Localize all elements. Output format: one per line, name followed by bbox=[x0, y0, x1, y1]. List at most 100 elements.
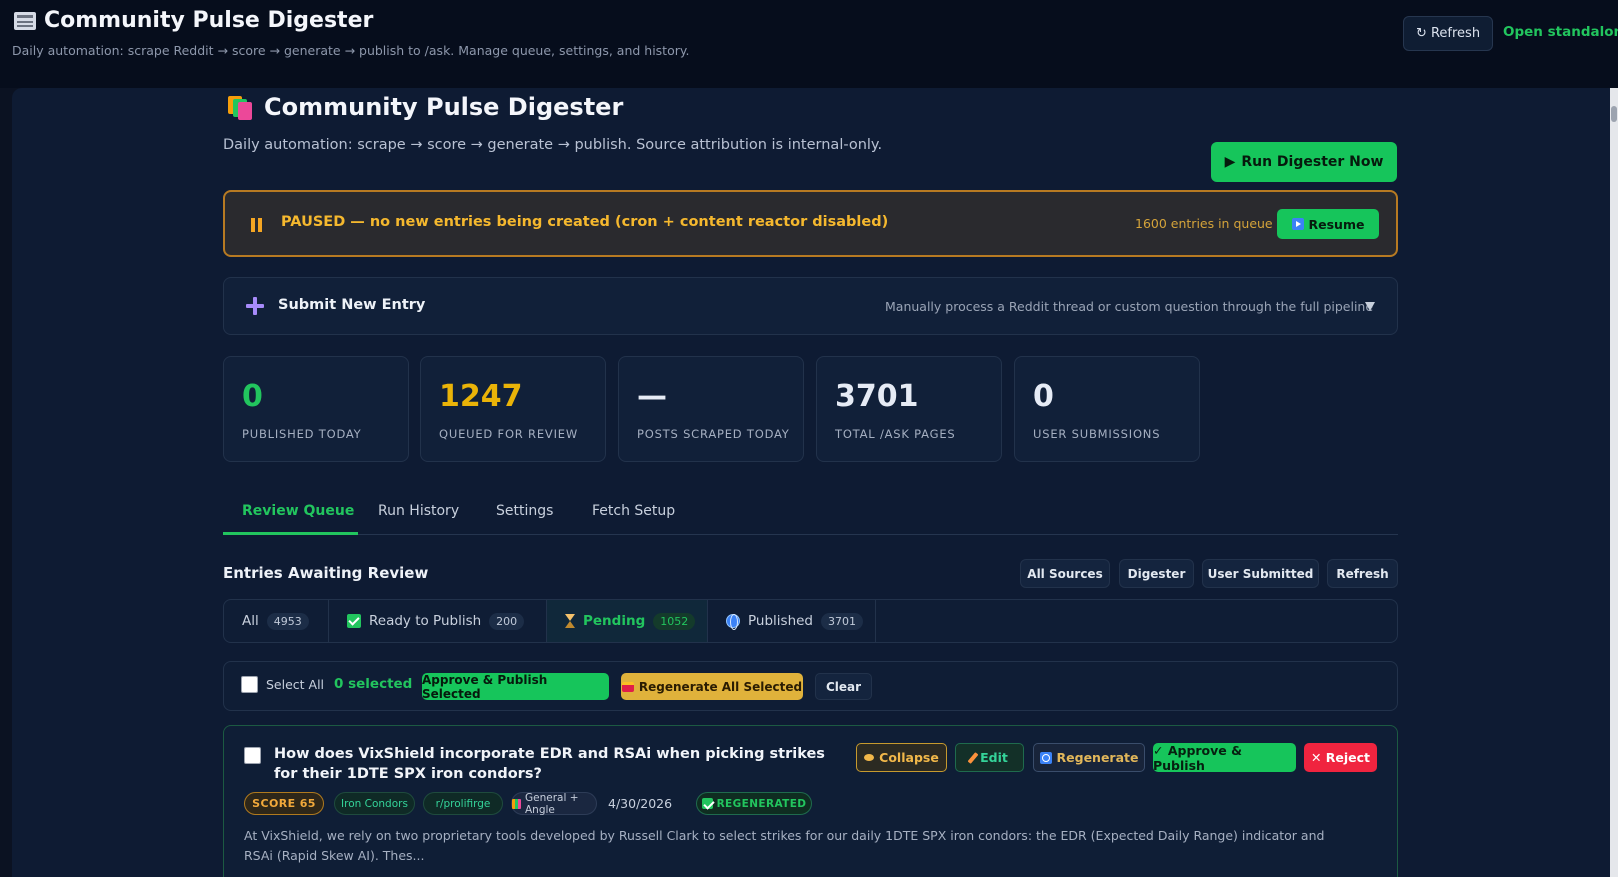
clear-selection-button[interactable]: Clear bbox=[815, 673, 872, 700]
entries-refresh-button[interactable]: Refresh bbox=[1327, 559, 1398, 588]
stat-value: 3701 bbox=[835, 379, 919, 414]
stat-label: QUEUED FOR REVIEW bbox=[439, 427, 578, 441]
filter-digester-button[interactable]: Digester bbox=[1119, 559, 1194, 588]
regenerate-label: Regenerate bbox=[1056, 750, 1139, 765]
filter-count: 3701 bbox=[821, 612, 863, 630]
pencil-icon bbox=[967, 751, 979, 764]
tab-fetch-setup[interactable]: Fetch Setup bbox=[592, 503, 675, 519]
filter-tab-published[interactable]: Published 3701 bbox=[708, 600, 876, 642]
submit-new-entry-toggle[interactable]: Submit New Entry Manually process a Redd… bbox=[223, 277, 1398, 335]
filter-tab-ready-to-publish[interactable]: Ready to Publish 200 bbox=[329, 600, 547, 642]
status-filter-tabs: All 4953 Ready to Publish 200 Pending 10… bbox=[223, 599, 1398, 643]
eye-icon bbox=[864, 754, 875, 761]
regenerate-button[interactable]: Regenerate bbox=[1033, 743, 1145, 772]
entries-title: Entries Awaiting Review bbox=[223, 564, 429, 582]
stat-total-ask-pages: 3701 TOTAL /ASK PAGES bbox=[816, 356, 1002, 462]
collapse-button[interactable]: Collapse bbox=[856, 743, 947, 772]
active-tab-indicator bbox=[223, 532, 358, 535]
filter-tab-all[interactable]: All 4953 bbox=[224, 600, 329, 642]
approve-publish-button[interactable]: ✓ Approve & Publish bbox=[1153, 743, 1296, 773]
angle-tag-label: General + Angle bbox=[525, 791, 579, 816]
approve-publish-selected-button[interactable]: Approve & Publish Selected bbox=[422, 673, 609, 701]
scrollbar-thumb[interactable] bbox=[1611, 106, 1617, 122]
submit-title: Submit New Entry bbox=[278, 297, 426, 313]
scrollbar[interactable] bbox=[1610, 88, 1618, 877]
books-icon bbox=[228, 95, 254, 120]
filter-tab-pending[interactable]: Pending 1052 bbox=[547, 600, 708, 642]
entry-title: How does VixShield incorporate EDR and R… bbox=[274, 746, 825, 782]
status-badge-label: REGENERATED bbox=[716, 797, 807, 810]
filter-count: 200 bbox=[489, 612, 525, 630]
filter-count: 1052 bbox=[653, 612, 696, 630]
regenerate-all-label: Regenerate All Selected bbox=[638, 679, 803, 694]
filter-user-submitted-button[interactable]: User Submitted bbox=[1202, 559, 1319, 588]
regenerate-all-selected-button[interactable]: Regenerate All Selected bbox=[621, 673, 803, 700]
entry-card: How does VixShield incorporate EDR and R… bbox=[223, 725, 1398, 877]
magic-icon bbox=[621, 681, 634, 692]
filter-count: 4953 bbox=[266, 612, 309, 630]
header-refresh-button[interactable]: ↻ Refresh bbox=[1403, 16, 1493, 51]
app-header: Community Pulse Digester Daily automatio… bbox=[0, 0, 1618, 88]
checkmark-icon bbox=[347, 614, 361, 628]
resume-label: Resume bbox=[1308, 216, 1365, 232]
page-title: Community Pulse Digester bbox=[228, 93, 623, 121]
paused-message: PAUSED — no new entries being created (c… bbox=[281, 214, 889, 230]
topic-tag: Iron Condors bbox=[334, 792, 415, 815]
hourglass-icon bbox=[565, 614, 575, 628]
stat-queued-for-review: 1247 QUEUED FOR REVIEW bbox=[420, 356, 606, 462]
angle-tag: General + Angle bbox=[511, 791, 597, 816]
play-icon: ▶ bbox=[1224, 154, 1236, 170]
run-digester-button[interactable]: ▶ Run Digester Now bbox=[1211, 142, 1397, 182]
page-title-text: Community Pulse Digester bbox=[264, 93, 624, 121]
tab-run-history[interactable]: Run History bbox=[378, 503, 459, 519]
stat-value: 1247 bbox=[439, 379, 523, 414]
entry-preview: At VixShield, we rely on two proprietary… bbox=[244, 828, 1325, 863]
entry-date: 4/30/2026 bbox=[608, 796, 673, 811]
status-badge: REGENERATED bbox=[696, 792, 812, 815]
reject-button[interactable]: ✕ Reject bbox=[1304, 743, 1377, 772]
app-title: Community Pulse Digester bbox=[14, 8, 373, 33]
stat-label: PUBLISHED TODAY bbox=[242, 427, 362, 441]
bulk-selection-bar: Select All 0 selected Approve & Publish … bbox=[223, 661, 1398, 711]
stat-label: TOTAL /ASK PAGES bbox=[835, 427, 956, 441]
collapse-label: Collapse bbox=[879, 750, 939, 765]
filter-label: Published bbox=[748, 613, 813, 629]
stat-value: — bbox=[637, 379, 667, 414]
selected-count: 0 selected bbox=[334, 676, 413, 692]
main-tabs: Review Queue Run History Settings Fetch … bbox=[223, 493, 1398, 535]
resume-button[interactable]: Resume bbox=[1277, 209, 1379, 239]
filter-label: Pending bbox=[583, 613, 646, 629]
select-all-checkbox[interactable] bbox=[241, 676, 258, 693]
paused-banner: PAUSED — no new entries being created (c… bbox=[223, 190, 1398, 257]
tab-review-queue[interactable]: Review Queue bbox=[242, 503, 354, 519]
submit-hint: Manually process a Reddit thread or cust… bbox=[885, 299, 1374, 314]
open-standalone-link[interactable]: Open standalone ↗ bbox=[1503, 24, 1618, 40]
entry-checkbox[interactable] bbox=[244, 747, 261, 764]
checkmark-icon bbox=[701, 798, 713, 809]
score-badge: SCORE 65 bbox=[244, 792, 324, 815]
tab-settings[interactable]: Settings bbox=[496, 503, 553, 519]
edit-label: Edit bbox=[980, 750, 1008, 765]
pause-icon bbox=[251, 218, 263, 232]
stat-label: POSTS SCRAPED TODAY bbox=[637, 427, 790, 441]
refresh-icon bbox=[1039, 751, 1052, 764]
subreddit-tag: r/prolifirge bbox=[423, 792, 503, 815]
filter-label: Ready to Publish bbox=[369, 613, 482, 629]
edit-button[interactable]: Edit bbox=[955, 743, 1024, 772]
app-title-text: Community Pulse Digester bbox=[44, 8, 374, 33]
stat-label: USER SUBMISSIONS bbox=[1033, 427, 1161, 441]
filter-label: All bbox=[242, 613, 259, 629]
stat-value: 0 bbox=[1033, 379, 1054, 414]
page-subtitle: Daily automation: scrape → score → gener… bbox=[223, 137, 883, 153]
run-digester-label: Run Digester Now bbox=[1241, 154, 1384, 170]
select-all-label: Select All bbox=[266, 677, 325, 692]
books-icon bbox=[512, 798, 521, 809]
plus-icon bbox=[246, 297, 264, 315]
stat-value: 0 bbox=[242, 379, 263, 414]
newspaper-icon bbox=[14, 11, 36, 30]
filter-all-sources-button[interactable]: All Sources bbox=[1020, 559, 1110, 588]
queue-count: 1600 entries in queue bbox=[1135, 216, 1273, 231]
stat-posts-scraped: — POSTS SCRAPED TODAY bbox=[618, 356, 804, 462]
globe-icon bbox=[726, 614, 740, 630]
app-subtitle: Daily automation: scrape Reddit → score … bbox=[12, 43, 690, 58]
